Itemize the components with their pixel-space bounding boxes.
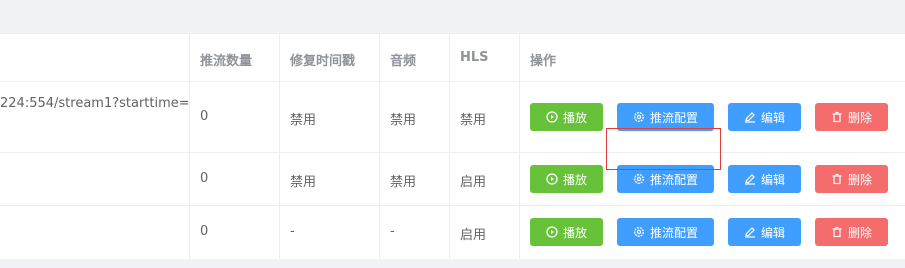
header-push-count: 推流数量 — [200, 54, 253, 69]
delete-button[interactable]: 删除 — [815, 165, 888, 193]
hls-cell: 禁用 — [460, 113, 487, 128]
edit-label: 编辑 — [760, 172, 785, 187]
table-row: 0 禁用 禁用 启用 播放 推流配置 编辑 删除 — [0, 153, 905, 206]
play-circle-icon — [546, 226, 558, 238]
push-config-button[interactable]: 推流配置 — [617, 218, 714, 246]
hls-cell: 启用 — [460, 228, 487, 243]
play-button[interactable]: 播放 — [530, 165, 603, 193]
hls-cell: 启用 — [460, 175, 487, 190]
audio-cell: 禁用 — [390, 175, 417, 190]
audio-cell: 禁用 — [390, 113, 417, 128]
fix-timestamp-cell: 禁用 — [290, 113, 317, 128]
push-count-cell: 0 — [200, 171, 209, 186]
play-label: 播放 — [562, 110, 587, 125]
play-button[interactable]: 播放 — [530, 218, 603, 246]
edit-label: 编辑 — [760, 225, 785, 240]
delete-label: 删除 — [847, 110, 872, 125]
edit-icon — [744, 112, 755, 123]
trash-icon — [832, 173, 842, 185]
header-fix-timestamp: 修复时间戳 — [290, 54, 356, 69]
delete-label: 删除 — [847, 172, 872, 187]
play-circle-icon — [546, 111, 558, 123]
push-count-cell: 0 — [200, 224, 209, 239]
page-background — [0, 259, 905, 268]
edit-icon — [744, 227, 755, 238]
gear-icon — [634, 174, 644, 184]
edit-label: 编辑 — [760, 110, 785, 125]
edit-icon — [744, 174, 755, 185]
trash-icon — [832, 226, 842, 238]
push-config-label: 推流配置 — [649, 172, 698, 187]
stream-table: 推流数量 修复时间戳 音频 HLS 操作 224:554/stream1?sta… — [0, 33, 905, 260]
trash-icon — [832, 111, 842, 123]
delete-label: 删除 — [847, 225, 872, 240]
header-hls: HLS — [460, 50, 489, 65]
edit-button[interactable]: 编辑 — [728, 218, 801, 246]
play-button[interactable]: 播放 — [530, 103, 603, 131]
push-config-label: 推流配置 — [649, 225, 698, 240]
gear-icon — [634, 227, 644, 237]
stream-url: 224:554/stream1?starttime= — [0, 96, 190, 111]
table-header: 推流数量 修复时间戳 音频 HLS 操作 — [0, 34, 905, 82]
push-config-highlight — [606, 128, 721, 170]
fix-timestamp-cell: - — [290, 224, 295, 239]
push-config-button[interactable]: 推流配置 — [617, 103, 714, 131]
push-config-label: 推流配置 — [649, 110, 698, 125]
fix-timestamp-cell: 禁用 — [290, 175, 317, 190]
header-audio: 音频 — [390, 54, 417, 69]
edit-button[interactable]: 编辑 — [728, 165, 801, 193]
table-row: 0 - - 启用 播放 推流配置 编辑 删除 — [0, 206, 905, 260]
delete-button[interactable]: 删除 — [815, 103, 888, 131]
play-label: 播放 — [562, 172, 587, 187]
delete-button[interactable]: 删除 — [815, 218, 888, 246]
edit-button[interactable]: 编辑 — [728, 103, 801, 131]
audio-cell: - — [390, 224, 395, 239]
table-row: 224:554/stream1?starttime= 0 禁用 禁用 禁用 播放… — [0, 82, 905, 153]
push-count-cell: 0 — [200, 109, 209, 124]
gear-icon — [634, 112, 644, 122]
header-actions: 操作 — [530, 54, 557, 69]
play-label: 播放 — [562, 225, 587, 240]
play-circle-icon — [546, 173, 558, 185]
